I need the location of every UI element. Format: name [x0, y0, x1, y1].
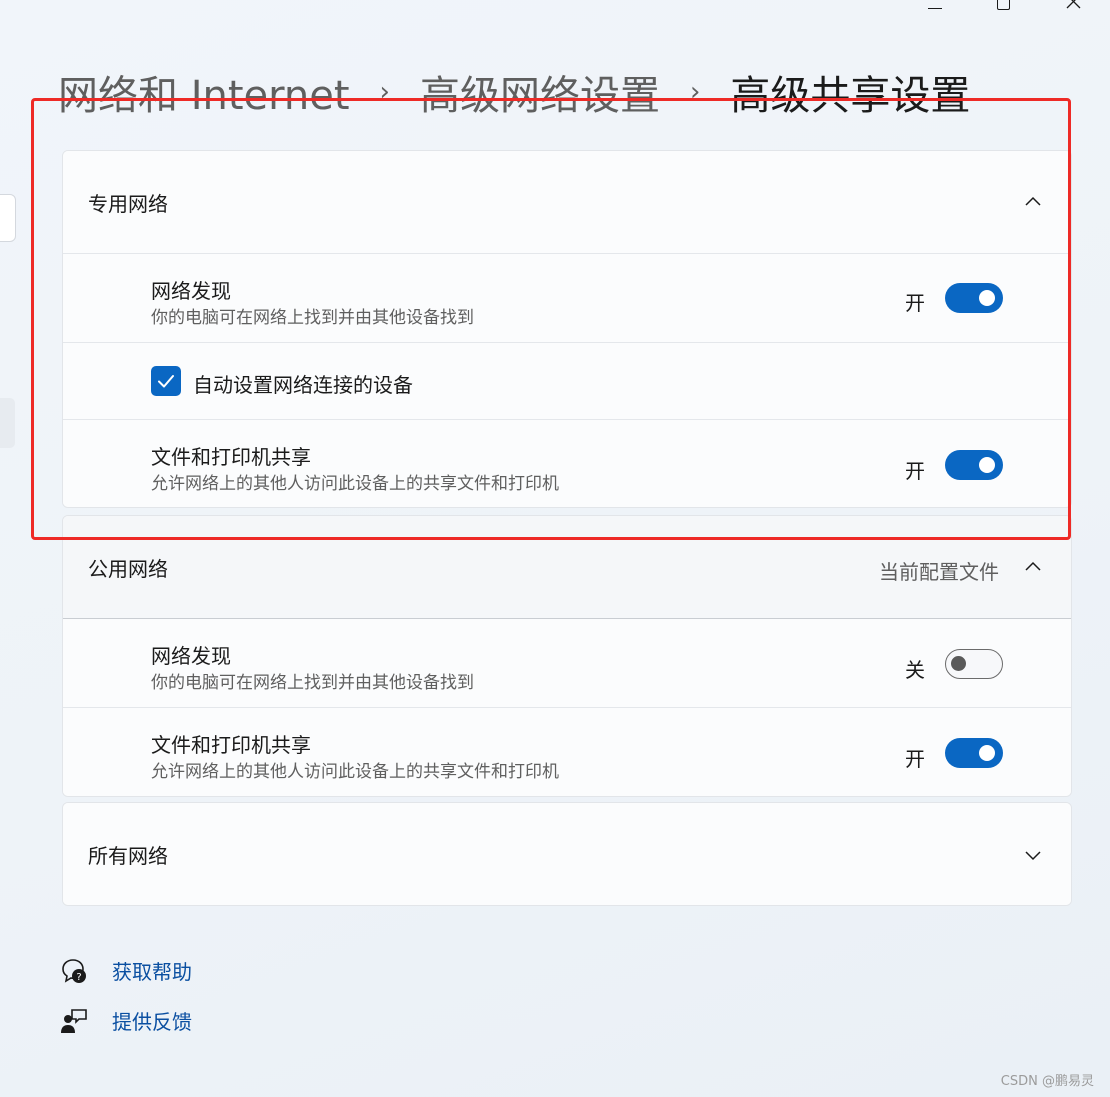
chevron-up-icon	[1025, 196, 1041, 206]
auto-setup-row: 自动设置网络连接的设备	[63, 342, 1071, 419]
public-network-title: 公用网络	[88, 556, 168, 581]
private-network-header[interactable]: 专用网络	[63, 151, 1071, 253]
toggle-state-label: 开	[905, 459, 925, 483]
toggle-state-label: 开	[905, 291, 925, 315]
get-help-link[interactable]: 获取帮助	[112, 956, 192, 985]
toggle-state-label: 关	[905, 658, 925, 682]
private-network-card: 专用网络 网络发现 你的电脑可在网络上找到并由其他设备找到 开 自动设置网络连接…	[62, 150, 1072, 508]
public-file-printer-sharing-toggle[interactable]	[945, 738, 1003, 768]
svg-text:?: ?	[76, 972, 81, 983]
maximize-button[interactable]	[980, 0, 1026, 12]
toggle-knob	[979, 745, 995, 761]
feedback-link-row[interactable]: 提供反馈	[60, 1006, 192, 1035]
network-discovery-description: 你的电脑可在网络上找到并由其他设备找到	[151, 308, 474, 328]
public-network-card: 公用网络 当前配置文件 网络发现 你的电脑可在网络上找到并由其他设备找到 关 文…	[62, 515, 1072, 797]
breadcrumb-advanced-network-settings[interactable]: 高级网络设置	[420, 63, 660, 121]
public-network-discovery-toggle[interactable]	[945, 649, 1003, 679]
network-discovery-description: 你的电脑可在网络上找到并由其他设备找到	[151, 673, 474, 693]
file-printer-sharing-title: 文件和打印机共享	[151, 733, 311, 757]
toggle-knob	[979, 290, 995, 306]
minimize-icon	[928, 7, 942, 9]
private-network-discovery-row: 网络发现 你的电脑可在网络上找到并由其他设备找到 开	[63, 253, 1071, 342]
toggle-knob	[951, 656, 966, 671]
all-networks-card: 所有网络	[62, 802, 1072, 906]
auto-setup-label[interactable]: 自动设置网络连接的设备	[193, 369, 413, 398]
file-printer-sharing-description: 允许网络上的其他人访问此设备上的共享文件和打印机	[151, 762, 559, 782]
breadcrumb-separator: ›	[379, 77, 390, 107]
chevron-down-icon	[1025, 851, 1041, 861]
breadcrumb-separator: ›	[689, 77, 701, 107]
all-networks-title: 所有网络	[88, 843, 168, 868]
close-icon	[1066, 0, 1081, 9]
checkmark-icon	[158, 375, 174, 388]
breadcrumb: 网络和 Internet › 高级网络设置 › 高级共享设置	[58, 62, 970, 122]
network-discovery-title: 网络发现	[151, 644, 231, 668]
maximize-icon	[996, 0, 1010, 10]
public-network-header[interactable]: 公用网络 当前配置文件	[63, 516, 1071, 618]
feedback-icon	[61, 1008, 87, 1033]
all-networks-header[interactable]: 所有网络	[63, 803, 1071, 905]
breadcrumb-network-internet[interactable]: 网络和 Internet	[58, 63, 350, 121]
feedback-link[interactable]: 提供反馈	[112, 1006, 192, 1035]
network-discovery-title: 网络发现	[151, 279, 231, 303]
public-network-discovery-row: 网络发现 你的电脑可在网络上找到并由其他设备找到 关	[63, 618, 1071, 707]
toggle-state-label: 开	[905, 747, 925, 771]
public-file-printer-sharing-row: 文件和打印机共享 允许网络上的其他人访问此设备上的共享文件和打印机 开	[63, 707, 1071, 796]
page-title: 高级共享设置	[730, 73, 971, 119]
close-button[interactable]	[1050, 0, 1096, 10]
search-box-edge[interactable]	[0, 194, 16, 242]
private-file-printer-sharing-toggle[interactable]	[945, 450, 1003, 480]
watermark: CSDN @鹏易灵	[1000, 1074, 1094, 1089]
minimize-button[interactable]	[912, 0, 958, 10]
file-printer-sharing-description: 允许网络上的其他人访问此设备上的共享文件和打印机	[151, 474, 559, 494]
private-file-printer-sharing-row: 文件和打印机共享 允许网络上的其他人访问此设备上的共享文件和打印机 开	[63, 419, 1071, 507]
file-printer-sharing-title: 文件和打印机共享	[151, 445, 311, 469]
nav-selected-item-edge[interactable]	[0, 398, 15, 448]
chevron-up-icon	[1025, 561, 1041, 571]
help-icon: ?	[62, 958, 86, 983]
toggle-knob	[979, 457, 995, 473]
auto-setup-checkbox[interactable]	[151, 366, 181, 396]
private-network-title: 专用网络	[88, 191, 168, 216]
get-help-link-row[interactable]: ? 获取帮助	[60, 956, 192, 985]
private-network-discovery-toggle[interactable]	[945, 283, 1003, 313]
current-profile-label: 当前配置文件	[879, 560, 999, 584]
